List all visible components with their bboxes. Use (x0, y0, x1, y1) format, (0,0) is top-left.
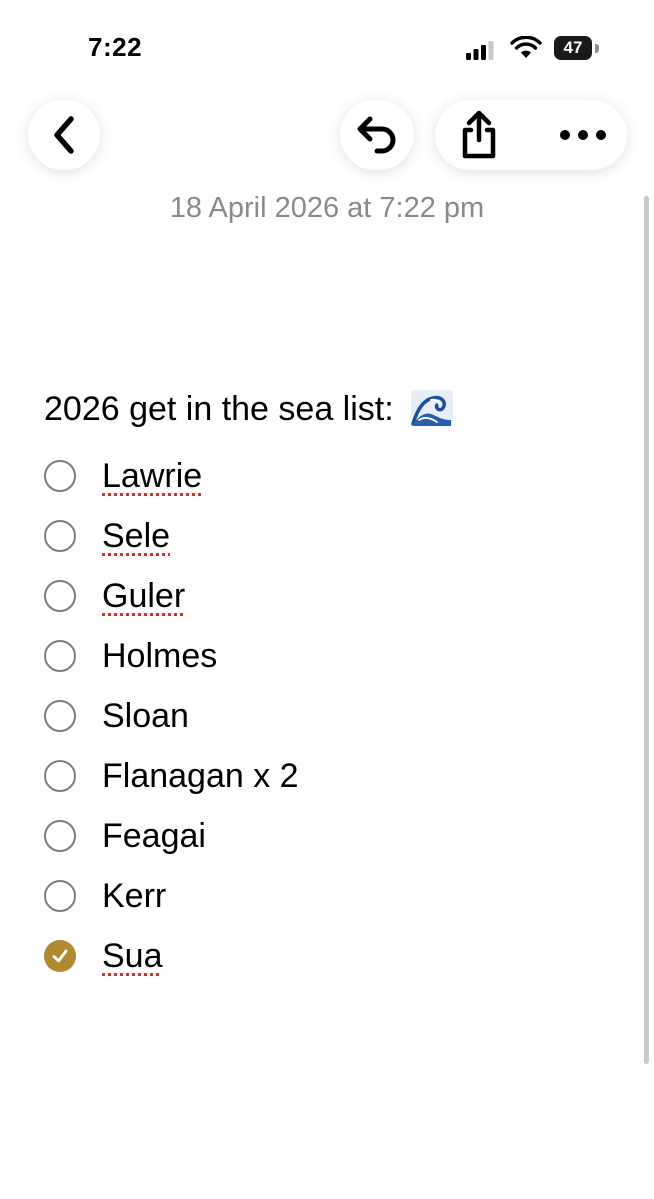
checklist-item[interactable]: Feagai (44, 806, 299, 866)
cellular-signal-icon (466, 41, 494, 60)
share-button[interactable] (451, 100, 507, 170)
checklist-item-label: Sua (102, 936, 163, 975)
battery-level: 47 (554, 36, 592, 60)
checkbox-checked[interactable] (44, 940, 76, 972)
checklist-item-label: Kerr (102, 876, 167, 915)
checkbox-unchecked[interactable] (44, 700, 76, 732)
note-heading[interactable]: 2026 get in the sea list: (44, 390, 454, 429)
checkbox-unchecked[interactable] (44, 580, 76, 612)
battery-icon: 47 (554, 36, 600, 60)
note-date: 18 April 2026 at 7:22 pm (169, 192, 485, 224)
checklist-item-label: Lawrie (102, 456, 203, 495)
wave-icon (411, 390, 454, 426)
checklist-item[interactable]: Kerr (44, 866, 299, 926)
checklist-item[interactable]: Sele (44, 506, 299, 566)
checklist-item[interactable]: Sloan (44, 686, 299, 746)
checkbox-unchecked[interactable] (44, 820, 76, 852)
checkbox-unchecked[interactable] (44, 880, 76, 912)
checklist-item[interactable]: Holmes (44, 626, 299, 686)
checklist-item-label: Holmes (102, 636, 218, 675)
note-actions-group (435, 100, 627, 170)
checklist-item-label: Feagai (102, 816, 206, 855)
checklist: Lawrie Sele Guler Holmes Sloan Flanagan x 2 Fe… (44, 446, 299, 986)
checklist-item[interactable]: Lawrie (44, 446, 299, 506)
share-icon (462, 110, 496, 159)
ellipsis-icon (560, 130, 606, 140)
checkbox-unchecked[interactable] (44, 760, 76, 792)
undo-arrow-icon (357, 116, 396, 154)
checklist-item[interactable]: Guler (44, 566, 299, 626)
more-options-button[interactable] (551, 100, 615, 170)
checklist-item-label: Sloan (102, 696, 189, 735)
checkbox-unchecked[interactable] (44, 460, 76, 492)
back-button[interactable] (28, 100, 100, 170)
checkbox-unchecked[interactable] (44, 520, 76, 552)
chevron-left-icon (54, 116, 74, 154)
checkbox-unchecked[interactable] (44, 640, 76, 672)
note-heading-text: 2026 get in the sea list: (44, 390, 394, 428)
checkmark-icon (52, 949, 68, 963)
checklist-item[interactable]: Flanagan x 2 (44, 746, 299, 806)
checklist-item-label: Flanagan x 2 (102, 756, 299, 795)
wifi-icon (510, 36, 542, 58)
checklist-item[interactable]: Sua (44, 926, 299, 986)
scroll-indicator[interactable] (644, 196, 649, 1064)
status-time: 7:22 (88, 32, 143, 62)
undo-button[interactable] (340, 100, 414, 170)
checklist-item-label: Sele (102, 516, 171, 555)
checklist-item-label: Guler (102, 576, 186, 615)
